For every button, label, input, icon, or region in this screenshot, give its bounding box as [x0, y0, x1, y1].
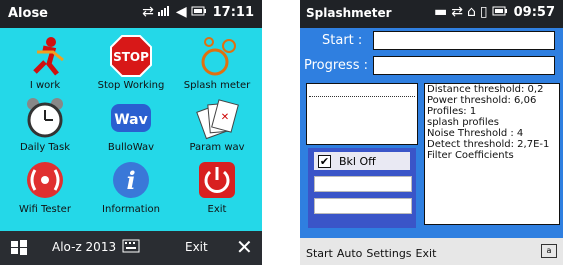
- option-field-2[interactable]: [314, 198, 412, 214]
- info-line: Filter Coefficients: [427, 150, 514, 161]
- close-icon[interactable]: ✕: [236, 235, 253, 259]
- app-label: Information: [102, 204, 160, 215]
- alarm-clock-icon: [23, 96, 67, 140]
- card-icon: ▬: [434, 4, 448, 20]
- bkl-off-option[interactable]: ✔ Bkl Off: [314, 152, 410, 170]
- app-label: Exit: [207, 204, 227, 215]
- info-line: Noise Threshold : 4: [427, 128, 524, 139]
- keyboard-icon[interactable]: [122, 238, 140, 257]
- options-panel: ✔ Bkl Off: [308, 148, 416, 228]
- bkl-off-label: Bkl Off: [339, 154, 376, 168]
- option-field-1[interactable]: [314, 176, 412, 192]
- exit-softkey[interactable]: Exit: [185, 240, 208, 254]
- list-selection-line: [309, 96, 415, 97]
- signal-icon: [157, 4, 172, 20]
- app-i-work[interactable]: I work: [2, 34, 88, 91]
- volume-icon: ◀: [175, 4, 187, 20]
- app-bullowav[interactable]: Wav BulloWav: [88, 96, 174, 153]
- clock: 17:11: [212, 4, 254, 20]
- status-bar: Splashmeter ▬ ⇄ ⌂ ▯ 09:57: [300, 0, 563, 28]
- app-wifi-tester[interactable]: Wifi Tester: [2, 158, 88, 215]
- app-label: Param wav: [189, 142, 245, 153]
- app-param-wav[interactable]: ✕ Param wav: [174, 96, 260, 153]
- splashmeter-screen: Splashmeter ▬ ⇄ ⌂ ▯ 09:57 Start : Progre…: [300, 0, 563, 265]
- progress-label: Progress :: [304, 58, 368, 73]
- menu-auto[interactable]: Auto: [337, 247, 363, 260]
- menu-start[interactable]: Start: [306, 247, 333, 260]
- info-line: Power threshold: 6,06: [427, 95, 537, 106]
- menu-settings[interactable]: Settings: [366, 247, 411, 260]
- battery-icon: [492, 4, 508, 20]
- wav-icon-text: Wav: [114, 112, 148, 128]
- running-man-icon: [23, 34, 67, 78]
- vibrate-icon: ▯: [479, 4, 488, 20]
- sync-icon: ⇄: [142, 4, 154, 20]
- stop-sign-icon: STOP: [109, 34, 153, 78]
- antenna-icon: ⌂: [467, 4, 476, 20]
- playing-cards-icon: ✕: [195, 96, 239, 140]
- wifi-signal-icon: [23, 158, 67, 202]
- home-screen: Alose ⇄ ◀ 17:11 I work STOP Stop Working…: [0, 0, 262, 265]
- stop-sign-text: STOP: [113, 50, 149, 64]
- app-label: Daily Task: [19, 142, 71, 153]
- info-icon-text: i: [126, 166, 135, 195]
- keyboard-icon[interactable]: a: [541, 244, 557, 258]
- info-line: Distance threshold: 0,2: [427, 84, 544, 95]
- bubbles-icon: [195, 34, 239, 78]
- info-line: Profiles: 1: [427, 106, 477, 117]
- app-title: Splashmeter: [306, 6, 392, 20]
- sync-icon: ⇄: [451, 4, 463, 20]
- app-label: I work: [29, 80, 61, 91]
- info-line: splash profiles: [427, 117, 499, 128]
- status-icons: ▬ ⇄ ⌂ ▯ 09:57: [434, 4, 555, 20]
- app-stop-working[interactable]: STOP Stop Working: [88, 34, 174, 91]
- status-bar: Alose ⇄ ◀ 17:11: [0, 0, 262, 28]
- app-label: Stop Working: [97, 80, 165, 91]
- start-label: Start :: [322, 33, 363, 48]
- splashmeter-form: Start : Progress : ✔ Bkl Off Distance th…: [300, 28, 563, 238]
- clock: 09:57: [513, 4, 555, 20]
- app-daily-task[interactable]: Daily Task: [2, 96, 88, 153]
- app-label: Wifi Tester: [19, 204, 71, 215]
- battery-icon: [191, 4, 207, 20]
- info-line: Detect threshold: 2,7E-1: [427, 139, 550, 150]
- app-grid: I work STOP Stop Working Splash meter Da…: [0, 30, 262, 230]
- app-label: BulloWav: [107, 142, 155, 153]
- progress-field: [373, 56, 555, 75]
- menu-bar: Start Auto Settings Exit: [306, 247, 436, 260]
- app-title: Alose: [8, 6, 49, 21]
- menu-exit[interactable]: Exit: [416, 247, 437, 260]
- app-splash-meter[interactable]: Splash meter: [174, 34, 260, 91]
- app-label: Splash meter: [183, 80, 251, 91]
- info-box: Distance threshold: 0,2 Power threshold:…: [424, 83, 560, 225]
- app-exit[interactable]: Exit: [174, 158, 260, 215]
- profile-list[interactable]: [306, 83, 418, 145]
- bkl-off-checkbox[interactable]: ✔: [318, 154, 331, 168]
- app-name-label: Alo-z 2013: [52, 240, 117, 254]
- wav-icon: Wav: [109, 96, 153, 140]
- windows-start-icon[interactable]: [10, 238, 28, 259]
- status-icons: ⇄ ◀ 17:11: [142, 4, 254, 20]
- start-field[interactable]: [373, 31, 555, 50]
- app-information[interactable]: i Information: [88, 158, 174, 215]
- power-icon: [195, 158, 239, 202]
- svg-text:✕: ✕: [221, 112, 229, 123]
- bottom-bar: Alo-z 2013 Exit ✕: [0, 231, 262, 265]
- info-icon: i: [109, 158, 153, 202]
